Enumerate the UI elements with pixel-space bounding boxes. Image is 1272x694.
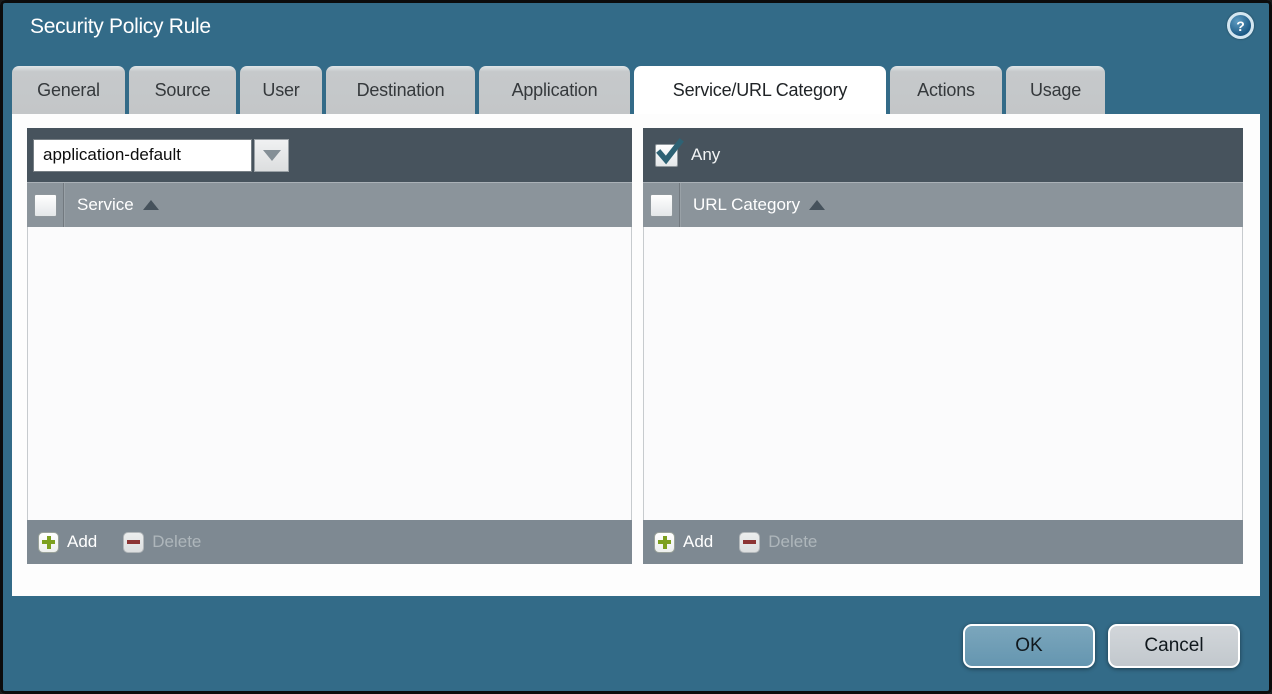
- service-panel-header: [27, 128, 632, 182]
- tab-general[interactable]: General: [12, 66, 125, 114]
- add-icon: [654, 532, 675, 553]
- service-add-label: Add: [67, 532, 97, 552]
- dropdown-arrow-icon: [263, 150, 281, 161]
- checkmark-icon: [655, 138, 685, 168]
- url-category-panel-footer: Add Delete: [643, 520, 1243, 564]
- service-type-input[interactable]: [33, 139, 252, 172]
- url-category-column-label: URL Category: [693, 195, 800, 215]
- tab-content: Service Add Delete: [12, 114, 1260, 596]
- url-category-add-label: Add: [683, 532, 713, 552]
- help-icon[interactable]: ?: [1227, 12, 1254, 39]
- delete-icon: [123, 532, 144, 553]
- service-panel-footer: Add Delete: [27, 520, 632, 564]
- url-category-panel-header: Any: [643, 128, 1243, 182]
- service-type-combobox: [33, 139, 289, 172]
- cancel-button[interactable]: Cancel: [1108, 624, 1240, 668]
- url-category-panel: Any URL Category Add Delete: [643, 128, 1243, 564]
- dialog-title: Security Policy Rule: [30, 15, 211, 39]
- service-column-label-cell[interactable]: Service: [64, 183, 159, 227]
- service-select-all-cell: [27, 183, 64, 227]
- service-column-label: Service: [77, 195, 134, 215]
- ok-button[interactable]: OK: [963, 624, 1095, 668]
- url-category-select-all-checkbox[interactable]: [650, 194, 673, 217]
- service-panel: Service Add Delete: [27, 128, 632, 564]
- service-add-button[interactable]: Add: [38, 532, 97, 553]
- url-category-column-label-cell[interactable]: URL Category: [680, 183, 825, 227]
- service-list[interactable]: [27, 227, 632, 520]
- tab-actions[interactable]: Actions: [890, 66, 1002, 114]
- add-icon: [38, 532, 59, 553]
- service-column-header: Service: [27, 182, 632, 227]
- url-category-delete-label: Delete: [768, 532, 817, 552]
- tab-destination[interactable]: Destination: [326, 66, 475, 114]
- url-category-select-all-cell: [643, 183, 680, 227]
- tab-service-url-category[interactable]: Service/URL Category: [634, 66, 886, 114]
- url-category-list[interactable]: [643, 227, 1243, 520]
- service-type-dropdown-button[interactable]: [254, 139, 289, 172]
- url-category-any-checkbox[interactable]: [655, 144, 678, 167]
- security-policy-rule-dialog: Security Policy Rule ? General Source Us…: [0, 0, 1272, 694]
- url-category-delete-button[interactable]: Delete: [739, 532, 817, 553]
- url-category-column-header: URL Category: [643, 182, 1243, 227]
- service-delete-button[interactable]: Delete: [123, 532, 201, 553]
- tab-usage[interactable]: Usage: [1006, 66, 1105, 114]
- sort-ascending-icon: [143, 200, 159, 210]
- tab-source[interactable]: Source: [129, 66, 236, 114]
- delete-icon: [739, 532, 760, 553]
- url-category-add-button[interactable]: Add: [654, 532, 713, 553]
- sort-ascending-icon: [809, 200, 825, 210]
- service-select-all-checkbox[interactable]: [34, 194, 57, 217]
- url-category-any-label: Any: [691, 145, 720, 165]
- tab-bar: General Source User Destination Applicat…: [12, 66, 1105, 114]
- tab-application[interactable]: Application: [479, 66, 630, 114]
- tab-user[interactable]: User: [240, 66, 322, 114]
- service-delete-label: Delete: [152, 532, 201, 552]
